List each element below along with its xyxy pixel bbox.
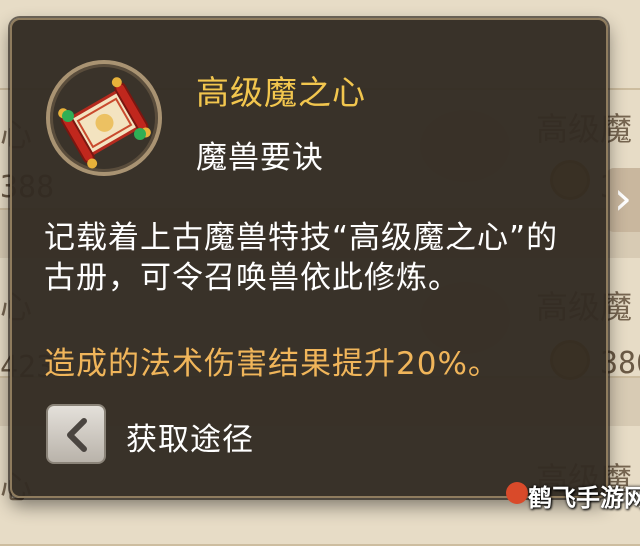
item-category: 魔兽要诀 xyxy=(196,140,324,176)
item-icon-frame xyxy=(46,60,162,176)
chevron-left-icon xyxy=(67,418,87,452)
item-effect: 造成的法术伤害结果提升20%。 xyxy=(44,346,500,382)
item-title: 高级魔之心 xyxy=(196,73,366,112)
acquire-route-label[interactable]: 获取途径 xyxy=(126,414,254,459)
acquire-route-button[interactable] xyxy=(46,404,106,464)
item-description: 记载着上古魔兽特技“高级魔之心”的古册，可令召唤兽依此修炼。 xyxy=(44,220,559,296)
watermark: 鹤飞手游网 xyxy=(528,484,640,512)
item-tooltip: 高级魔之心 魔兽要诀 记载着上古魔兽特技“高级魔之心”的古册，可令召唤兽依此修炼… xyxy=(10,18,608,498)
watermark-logo-icon xyxy=(506,482,528,504)
scroll-icon xyxy=(58,77,151,169)
chevron-right-icon[interactable]: › xyxy=(606,168,640,232)
